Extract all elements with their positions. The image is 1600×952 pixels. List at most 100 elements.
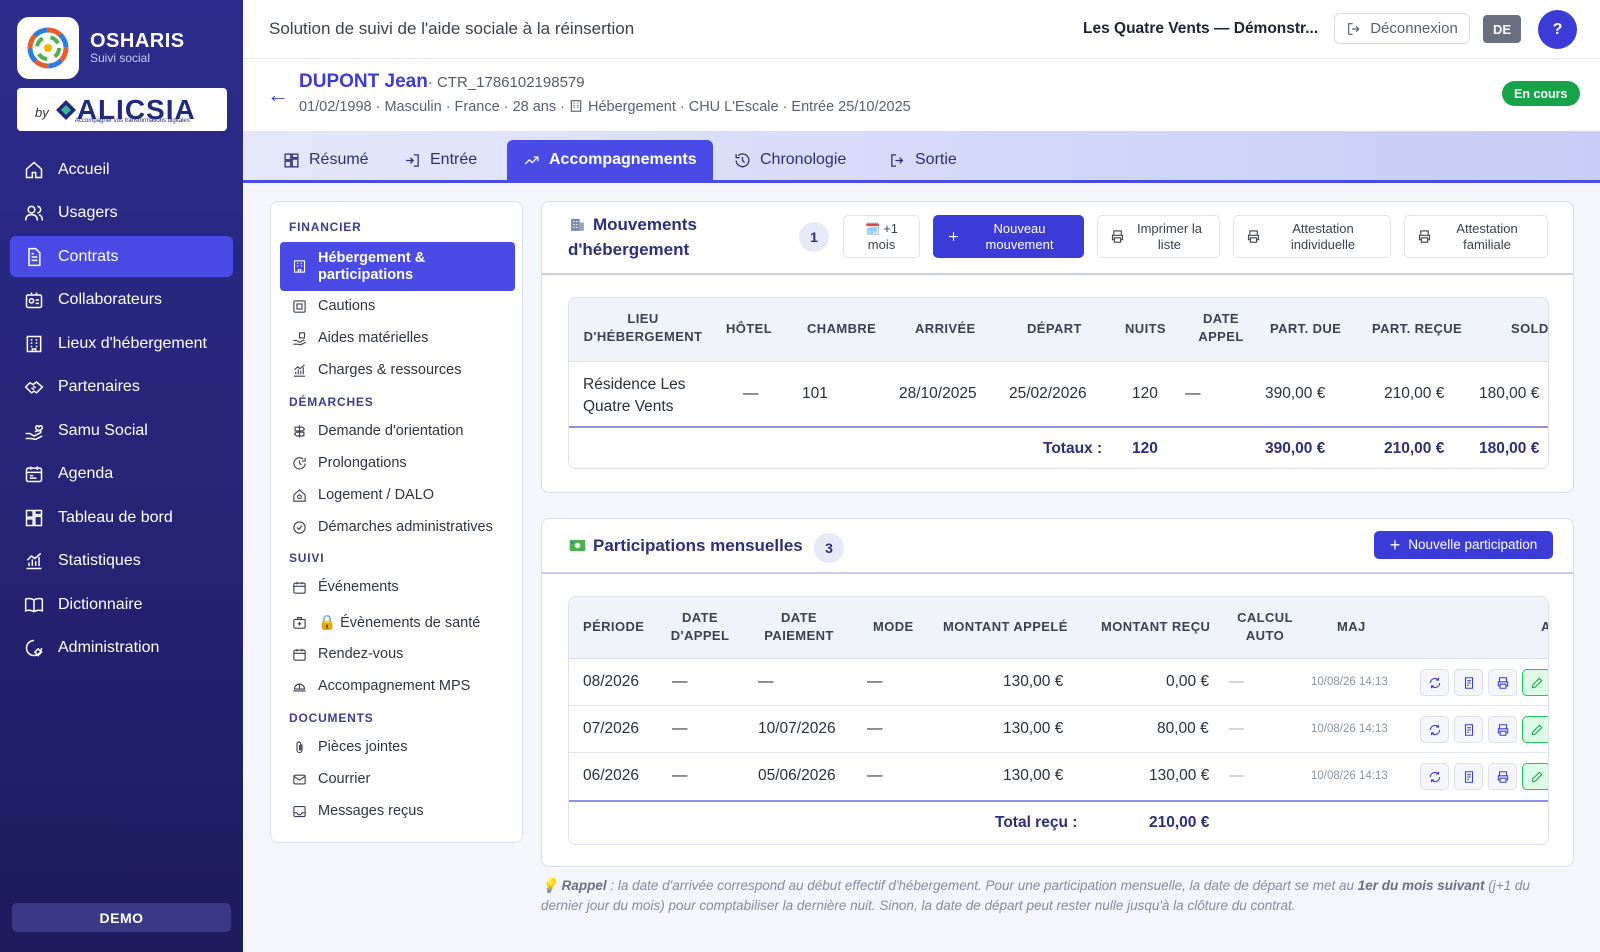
cell-solde: 180,00 €: [1479, 385, 1540, 402]
cell-montant-appele: 130,00 €: [1003, 767, 1064, 784]
participations-title: Participations mensuelles: [593, 536, 803, 555]
main-nav: Accueil Usagers Contrats Collaborateurs …: [10, 149, 233, 671]
nav-label: Collaborateurs: [58, 291, 163, 308]
nav-item-accueil[interactable]: Accueil: [10, 149, 233, 190]
attestation-individuelle-button[interactable]: Attestation individuelle: [1233, 215, 1391, 258]
add-one-month-button[interactable]: 🗓️ +1 mois: [843, 215, 920, 258]
refresh-button[interactable]: [1420, 716, 1449, 743]
cell-hotel: —: [743, 385, 759, 402]
submenu-label: Rendez-vous: [318, 646, 404, 662]
tab-sortie[interactable]: Sortie: [873, 140, 973, 180]
col-solde: SOLD: [1511, 321, 1549, 336]
nav-label: Tableau de bord: [58, 508, 173, 526]
submenu-accompagnement-mps[interactable]: Accompagnement MPS: [280, 671, 515, 701]
submenu-courrier[interactable]: Courrier: [280, 764, 515, 794]
refresh-button[interactable]: [1420, 763, 1449, 790]
nav-item-administration[interactable]: Administration: [10, 628, 233, 669]
app-logo[interactable]: [17, 17, 79, 79]
nav-item-collaborateurs[interactable]: Collaborateurs: [10, 280, 233, 321]
mouvements-table-header: LIEU D'HÉBERGEMENT HÔTEL CHAMBRE ARRIVÉE …: [569, 298, 1548, 362]
logout-button[interactable]: Déconnexion: [1334, 13, 1470, 44]
tab-entree[interactable]: Entrée: [388, 140, 493, 180]
col-date-appel-l2: APPEL: [1198, 329, 1244, 344]
cell-mode: —: [867, 673, 883, 690]
submenu-charges-ressources[interactable]: Charges & ressources: [280, 355, 515, 385]
cell-maj: 10/08/26 14:13: [1311, 676, 1388, 688]
refresh-button[interactable]: [1420, 669, 1449, 696]
app-subtitle: Suivi social: [90, 51, 151, 65]
edit-button[interactable]: [1522, 669, 1548, 696]
submenu-messages-recus[interactable]: Messages reçus: [280, 796, 515, 826]
nav-item-agenda[interactable]: Agenda: [10, 454, 233, 495]
status-badge: En cours: [1502, 81, 1580, 106]
receipt-button[interactable]: [1454, 669, 1483, 696]
participations-count-badge: 3: [814, 533, 844, 563]
tab-label: Chronologie: [760, 151, 847, 168]
tab-accompagnements[interactable]: Accompagnements: [507, 140, 713, 180]
nav-item-contrats[interactable]: Contrats: [10, 236, 233, 277]
building-icon: [26, 335, 42, 352]
osharis-logo-icon: [27, 27, 69, 69]
lightbulb-icon: 💡: [541, 878, 558, 893]
contract-tabs: Résumé Entrée Accompagnements Chronologi…: [243, 131, 1600, 183]
badge-icon: [25, 292, 43, 309]
language-selector[interactable]: DE: [1483, 15, 1521, 43]
nav-item-lieux[interactable]: Lieux d'hébergement: [10, 323, 233, 364]
cell-date-paiement: 10/07/2026: [758, 720, 836, 737]
pencil-icon: [1531, 677, 1542, 688]
print-button[interactable]: [1488, 669, 1517, 696]
back-arrow-icon[interactable]: ←: [267, 82, 289, 108]
nav-item-tableau-de-bord[interactable]: Tableau de bord: [10, 497, 233, 538]
nav-item-partenaires[interactable]: Partenaires: [10, 367, 233, 408]
new-participation-label: Nouvelle participation: [1408, 537, 1538, 552]
submenu-evenements-sante[interactable]: 🔒 Évènements de santé: [280, 607, 515, 637]
edit-button[interactable]: [1522, 716, 1548, 743]
submenu-demande-orientation[interactable]: Demande d'orientation: [280, 416, 515, 446]
edit-button[interactable]: [1522, 763, 1548, 790]
submenu-pieces-jointes[interactable]: Pièces jointes: [280, 732, 515, 762]
print-button[interactable]: [1488, 763, 1517, 790]
section-financier: FINANCIER: [289, 220, 362, 234]
stats-icon: [26, 552, 42, 570]
receipt-button[interactable]: [1454, 763, 1483, 790]
submenu-hebergement-participations[interactable]: Hébergement & participations: [280, 242, 515, 291]
col-date-appel: DATE APPEL: [1196, 310, 1246, 346]
app-tagline: Solution de suivi de l'aide sociale à la…: [269, 19, 635, 38]
row-divider: [569, 752, 1548, 753]
new-mouvement-button[interactable]: Nouveau mouvement: [933, 215, 1084, 258]
person-meta: 01/02/1998 · Masculin · France · 28 ans …: [299, 99, 911, 115]
cell-part-due: 390,00 €: [1265, 385, 1326, 402]
cell-periode: 06/2026: [583, 767, 640, 784]
login-icon: [406, 153, 419, 167]
receipt-button[interactable]: [1454, 716, 1483, 743]
add-month-l1: +1: [883, 220, 899, 236]
settings-icon: [25, 639, 43, 657]
users-icon: [24, 205, 44, 221]
organization-name[interactable]: Les Quatre Vents — Démonstr...: [1083, 20, 1318, 38]
submenu-demarches-administratives[interactable]: Démarches administratives: [280, 512, 515, 542]
cell-lieu-l2: Quatre Vents: [583, 398, 674, 415]
cell-mode: —: [867, 767, 883, 784]
submenu-rendez-vous[interactable]: Rendez-vous: [280, 639, 515, 669]
helmet-icon: [293, 683, 306, 691]
nav-item-dictionnaire[interactable]: Dictionnaire: [10, 584, 233, 625]
new-participation-button[interactable]: + Nouvelle participation: [1374, 531, 1553, 559]
nav-item-samu-social[interactable]: Samu Social: [10, 410, 233, 451]
help-button[interactable]: ?: [1538, 10, 1577, 49]
print-list-button[interactable]: Imprimer la liste: [1097, 215, 1220, 258]
tab-chronologie[interactable]: Chronologie: [718, 140, 862, 180]
submenu-evenements[interactable]: Événements: [280, 572, 515, 602]
nav-item-usagers[interactable]: Usagers: [10, 193, 233, 234]
nav-item-statistiques[interactable]: Statistiques: [10, 541, 233, 582]
submenu-prolongations[interactable]: Prolongations: [280, 448, 515, 478]
submenu-cautions[interactable]: Cautions: [280, 291, 515, 321]
print-button[interactable]: [1488, 716, 1517, 743]
cell-date-appel: —: [672, 673, 688, 690]
tab-resume[interactable]: Résumé: [267, 140, 385, 180]
col-depart: DÉPART: [1027, 321, 1082, 336]
submenu-aides-materielles[interactable]: Aides matérielles: [280, 323, 515, 353]
signpost-icon: [293, 424, 306, 438]
attestation-familiale-button[interactable]: Attestation familiale: [1404, 215, 1548, 258]
submenu-logement-dalo[interactable]: Logement / DALO: [280, 480, 515, 510]
nav-label: Contrats: [58, 247, 119, 265]
